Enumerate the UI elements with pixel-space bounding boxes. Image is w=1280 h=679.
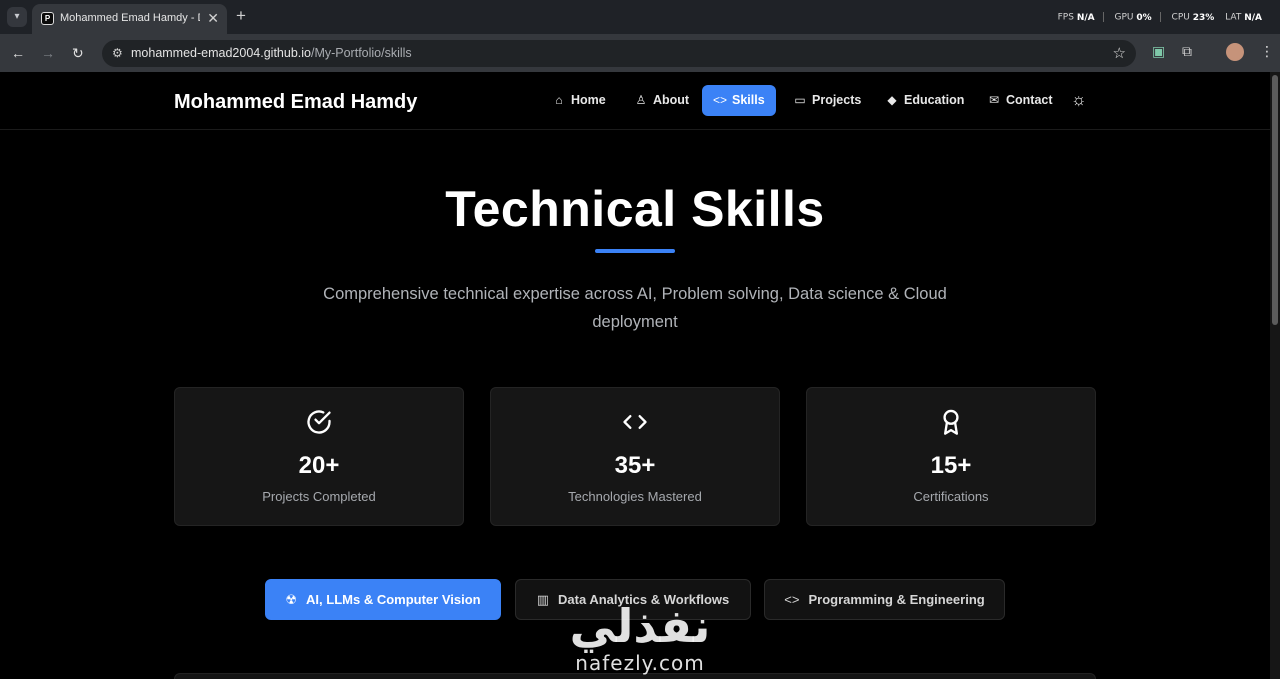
extension-icon[interactable]: ▣ xyxy=(1152,43,1165,60)
tab-title: Mohammed Emad Hamdy - Da xyxy=(60,12,200,24)
category-label: AI, LLMs & Computer Vision xyxy=(306,592,481,607)
mail-icon: ✉ xyxy=(988,93,1000,107)
page-scrollbar[interactable] xyxy=(1270,72,1280,679)
stat-card-certifications: 15+ Certifications xyxy=(806,387,1096,526)
watermark-arabic: نفذلي xyxy=(569,599,711,653)
lat-value: N/A xyxy=(1244,12,1262,23)
web-page: Mohammed Emad Hamdy ⌂ Home ♙ About <> Skill… xyxy=(0,72,1270,679)
check-circle-icon xyxy=(175,408,463,436)
site-brand[interactable]: Mohammed Emad Hamdy xyxy=(174,91,417,114)
page-subtitle: Comprehensive technical expertise across… xyxy=(323,285,947,331)
lat-label: LAT xyxy=(1225,12,1242,23)
cpu-value: 23% xyxy=(1192,12,1215,23)
extensions-puzzle-icon[interactable]: ⧉ xyxy=(1182,43,1192,60)
gpu-label: GPU xyxy=(1114,12,1134,23)
bookmark-star-icon[interactable]: ☆ xyxy=(1113,44,1126,62)
browser-menu-icon[interactable]: ⋮ xyxy=(1260,43,1274,60)
page-title: Technical Skills xyxy=(445,181,825,237)
folder-icon: ▭ xyxy=(794,93,806,107)
stat-label: Projects Completed xyxy=(262,489,376,504)
reload-icon[interactable]: ↻ xyxy=(72,44,84,62)
nav-projects[interactable]: ▭ Projects xyxy=(782,85,872,116)
site-info-icon[interactable]: ⚙ xyxy=(112,46,123,60)
category-label: Programming & Engineering xyxy=(808,592,985,607)
nav-contact[interactable]: ✉ Contact xyxy=(976,85,1064,116)
nav-label: Home xyxy=(571,93,606,107)
site-favicon-icon: P xyxy=(41,12,54,25)
code-icon: <> xyxy=(713,93,728,107)
nav-label: About xyxy=(653,93,690,107)
home-icon: ⌂ xyxy=(555,93,563,107)
nav-label: Projects xyxy=(812,93,862,107)
stat-label: Certifications xyxy=(913,489,989,504)
url-host: mohammed-emad2004.github.io xyxy=(131,46,311,60)
watermark-url: nafezly.com xyxy=(575,651,705,675)
fps-label: FPS xyxy=(1057,12,1074,23)
category-programming-button[interactable]: <> Programming & Engineering xyxy=(764,579,1005,620)
address-bar[interactable]: ⚙ mohammed-emad2004.github.io/My-Portfol… xyxy=(102,40,1136,67)
code-icon: <> xyxy=(784,592,800,607)
stat-label: Technologies Mastered xyxy=(568,489,702,504)
award-icon xyxy=(807,408,1095,436)
title-underline xyxy=(595,249,675,253)
profile-avatar[interactable] xyxy=(1226,43,1244,61)
forward-arrow-icon[interactable]: → xyxy=(41,44,55,62)
watermark: نفذلي nafezly.com xyxy=(560,600,720,674)
browser-toolbar: ← → ↻ ⚙ mohammed-emad2004.github.io/My-P… xyxy=(0,34,1280,72)
gpu-value: 0% xyxy=(1136,12,1152,23)
nav-label: Education xyxy=(904,93,965,107)
nav-label: Contact xyxy=(1006,93,1053,107)
user-icon: ♙ xyxy=(635,93,647,107)
cpu-label: CPU xyxy=(1171,12,1190,23)
browser-tab-strip: ▾ P Mohammed Emad Hamdy - Da ✕ + FPS N/A… xyxy=(0,0,1280,34)
stat-value: 20+ xyxy=(298,452,340,479)
nav-label: Skills xyxy=(732,93,765,107)
fps-value: N/A xyxy=(1076,12,1095,23)
nav-about[interactable]: ♙ About xyxy=(623,85,700,116)
code-icon xyxy=(491,408,779,436)
stat-value: 15+ xyxy=(930,452,972,479)
nav-education[interactable]: ◆ Education xyxy=(874,85,975,116)
stat-card-technologies: 35+ Technologies Mastered xyxy=(490,387,780,526)
scrollbar-thumb[interactable] xyxy=(1272,75,1278,325)
tab-search-chevron-icon[interactable]: ▾ xyxy=(7,7,27,27)
nav-skills[interactable]: <> Skills xyxy=(702,85,776,116)
stat-value: 35+ xyxy=(614,452,656,479)
sun-icon[interactable]: ☼ xyxy=(1071,91,1087,109)
category-ai-button[interactable]: ☢ AI, LLMs & Computer Vision xyxy=(265,579,501,620)
new-tab-plus-icon[interactable]: + xyxy=(236,7,246,25)
url-path: /My-Portfolio/skills xyxy=(310,46,412,60)
nav-home[interactable]: ⌂ Home xyxy=(541,85,617,116)
performance-overlay: FPS N/A GPU 0% CPU 23% LAT N/A xyxy=(1058,12,1270,23)
close-tab-icon[interactable]: ✕ xyxy=(207,10,219,26)
site-header: Mohammed Emad Hamdy ⌂ Home ♙ About <> Skill… xyxy=(0,72,1270,130)
bar-chart-icon: ▥ xyxy=(536,592,550,607)
stat-card-projects: 20+ Projects Completed xyxy=(174,387,464,526)
browser-tab[interactable]: P Mohammed Emad Hamdy - Da ✕ xyxy=(32,4,227,34)
graduation-cap-icon: ◆ xyxy=(887,93,897,107)
url-text[interactable]: mohammed-emad2004.github.io/My-Portfolio… xyxy=(131,46,412,60)
brain-icon: ☢ xyxy=(285,592,298,607)
back-arrow-icon[interactable]: ← xyxy=(11,44,25,62)
